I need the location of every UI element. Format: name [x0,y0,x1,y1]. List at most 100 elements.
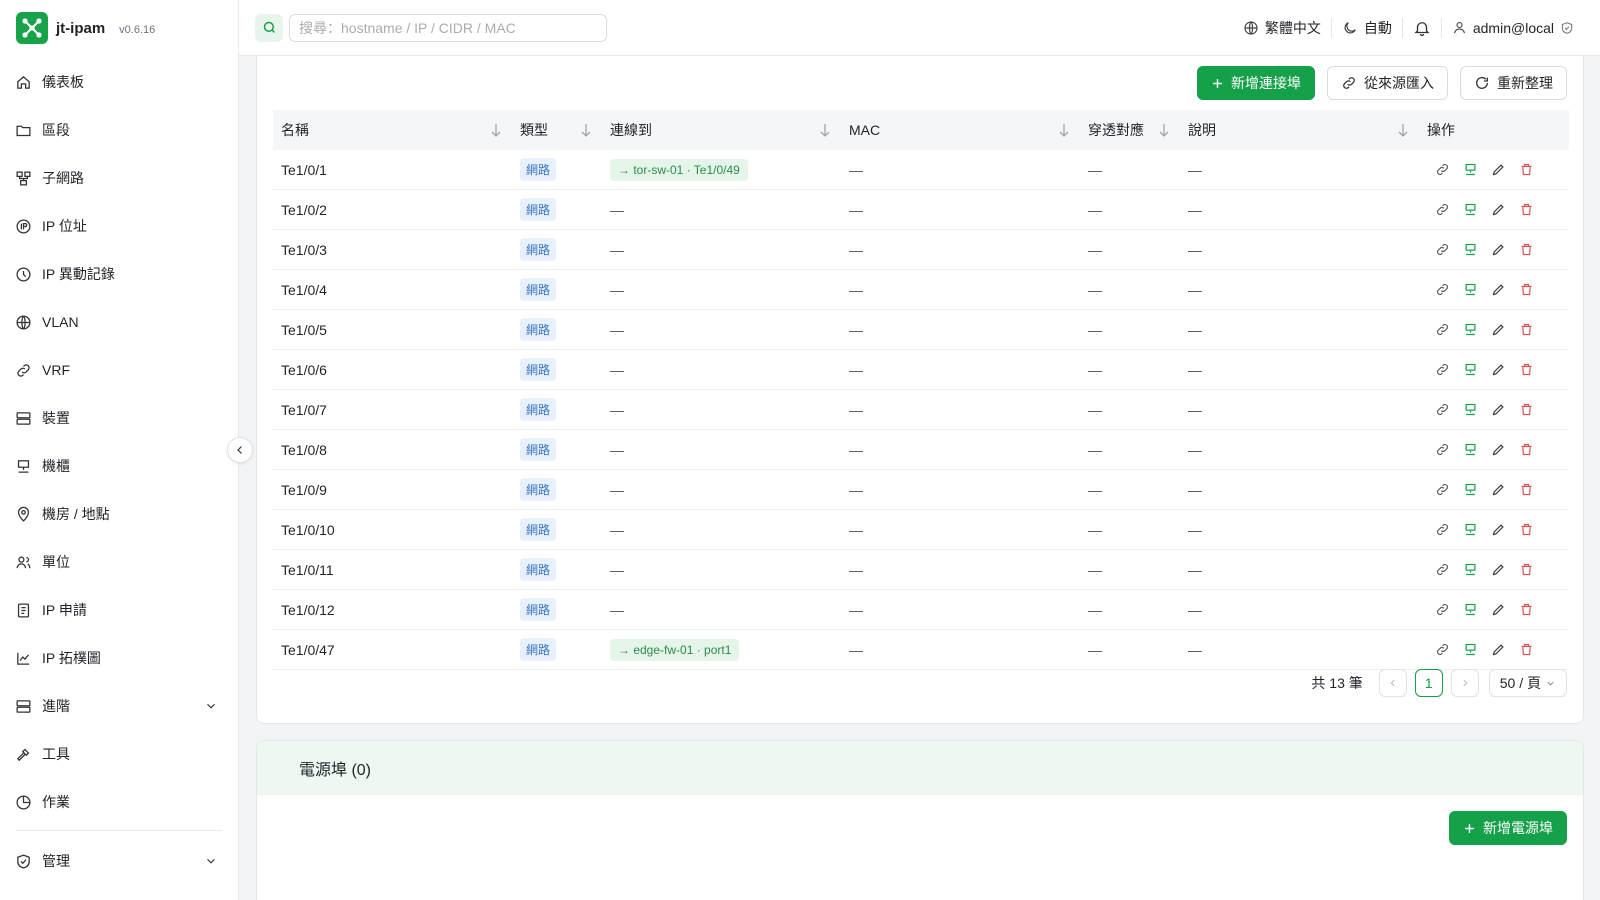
column-header-mac[interactable]: MAC [841,110,1080,150]
sidebar-item-1[interactable]: 區段 [0,106,238,154]
connection-link[interactable]: → tor-sw-01 · Te1/0/49 [610,158,748,181]
trash-action-button[interactable] [1517,601,1535,619]
link-action-button[interactable] [1433,441,1451,459]
edit-action-button[interactable] [1489,561,1507,579]
link-action-button[interactable] [1433,241,1451,259]
theme-switcher[interactable]: 自動 [1342,18,1392,38]
column-header-connected[interactable]: 連線到 [602,110,841,150]
search-input[interactable] [289,13,607,42]
trash-action-button[interactable] [1517,281,1535,299]
edit-action-button[interactable] [1489,521,1507,539]
edit-action-button[interactable] [1489,481,1507,499]
trash-action-button[interactable] [1517,521,1535,539]
trash-action-button[interactable] [1517,321,1535,339]
edit-action-button[interactable] [1489,601,1507,619]
link-action-button[interactable] [1433,641,1451,659]
column-header-description[interactable]: 說明 [1180,110,1419,150]
sidebar-item-12[interactable]: IP 拓樸圖 [0,634,238,682]
edit-action-button[interactable] [1489,241,1507,259]
trash-action-button[interactable] [1517,441,1535,459]
edit-action-button[interactable] [1489,201,1507,219]
rack-action-button[interactable] [1461,401,1479,419]
trash-action-button[interactable] [1517,241,1535,259]
edit-action-button[interactable] [1489,281,1507,299]
sidebar-item-2[interactable]: 子網路 [0,154,238,202]
link-action-button[interactable] [1433,481,1451,499]
search-button[interactable] [255,13,283,42]
pagination-total: 共 13 筆 [1311,675,1363,691]
trash-action-button[interactable] [1517,561,1535,579]
link-action-button[interactable] [1433,361,1451,379]
language-switcher[interactable]: 繁體中文 [1243,18,1321,38]
rack-action-button[interactable] [1461,321,1479,339]
link-action-button[interactable] [1433,321,1451,339]
interface-name: Te1/0/7 [281,401,327,418]
sidebar-item-3[interactable]: IP 位址 [0,202,238,250]
link-action-button[interactable] [1433,561,1451,579]
sidebar-item-11[interactable]: IP 申請 [0,586,238,634]
add-interface-button[interactable]: 新增連接埠 [1197,66,1315,100]
prev-page-button[interactable] [1378,669,1407,697]
notifications-button[interactable] [1413,19,1431,37]
trash-action-button[interactable] [1517,361,1535,379]
rack-action-button[interactable] [1461,281,1479,299]
edit-action-button[interactable] [1489,361,1507,379]
passthrough-value: — [1088,481,1102,498]
header-separator [1440,17,1442,38]
next-page-button[interactable] [1450,669,1479,697]
sidebar-item-4[interactable]: IP 異動記錄 [0,250,238,298]
brand[interactable]: jt-ipam v0.6.16 [0,0,238,56]
rack-action-button[interactable] [1461,481,1479,499]
sidebar-item-9[interactable]: 機房 / 地點 [0,490,238,538]
sidebar-item-8[interactable]: 機櫃 [0,442,238,490]
connection-link[interactable]: → edge-fw-01 · port1 [610,638,740,661]
rack-action-button[interactable] [1461,601,1479,619]
sidebar-item-admin[interactable]: 管理 [0,837,238,885]
add-power-port-button[interactable]: 新增電源埠 [1449,811,1567,845]
rack-action-button[interactable] [1461,441,1479,459]
import-from-source-button[interactable]: 從來源匯入 [1327,66,1448,100]
column-header-passthrough[interactable]: 穿透對應 [1080,110,1180,150]
sidebar-item-15[interactable]: 作業 [0,778,238,826]
trash-action-button[interactable] [1517,401,1535,419]
rack-action-button[interactable] [1461,641,1479,659]
sidebar-item-0[interactable]: 儀表板 [0,58,238,106]
chevron-down-icon [207,858,215,864]
link-action-button[interactable] [1433,401,1451,419]
edit-action-button[interactable] [1489,401,1507,419]
sidebar-item-10[interactable]: 單位 [0,538,238,586]
table-row: Te1/0/5 網路 — — — — [273,310,1569,350]
column-header-type[interactable]: 類型 [512,110,602,150]
rack-action-button[interactable] [1461,521,1479,539]
sidebar-collapse-button[interactable] [227,437,253,463]
page-size-select[interactable]: 50 / 頁 [1488,669,1567,697]
page-number-button[interactable]: 1 [1414,669,1443,697]
sidebar-item-5[interactable]: VLAN [0,298,238,346]
edit-action-button[interactable] [1489,641,1507,659]
link-action-button[interactable] [1433,521,1451,539]
trash-action-button[interactable] [1517,161,1535,179]
sidebar-item-14[interactable]: 工具 [0,730,238,778]
sidebar-item-6[interactable]: VRF [0,346,238,394]
rack-action-button[interactable] [1461,561,1479,579]
sidebar-item-13[interactable]: 進階 [0,682,238,730]
trash-action-button[interactable] [1517,641,1535,659]
trash-action-button[interactable] [1517,481,1535,499]
edit-action-button[interactable] [1489,321,1507,339]
edit-action-button[interactable] [1489,161,1507,179]
column-header-name[interactable]: 名稱 [273,110,512,150]
link-action-button[interactable] [1433,601,1451,619]
refresh-button[interactable]: 重新整理 [1460,66,1567,100]
rack-action-button[interactable] [1461,361,1479,379]
cell-mac: — [841,230,1080,269]
link-action-button[interactable] [1433,281,1451,299]
rack-action-button[interactable] [1461,201,1479,219]
sidebar-item-7[interactable]: 裝置 [0,394,238,442]
trash-action-button[interactable] [1517,201,1535,219]
link-action-button[interactable] [1433,161,1451,179]
rack-action-button[interactable] [1461,161,1479,179]
link-action-button[interactable] [1433,201,1451,219]
user-menu[interactable]: admin@local [1452,20,1574,36]
rack-action-button[interactable] [1461,241,1479,259]
edit-action-button[interactable] [1489,441,1507,459]
